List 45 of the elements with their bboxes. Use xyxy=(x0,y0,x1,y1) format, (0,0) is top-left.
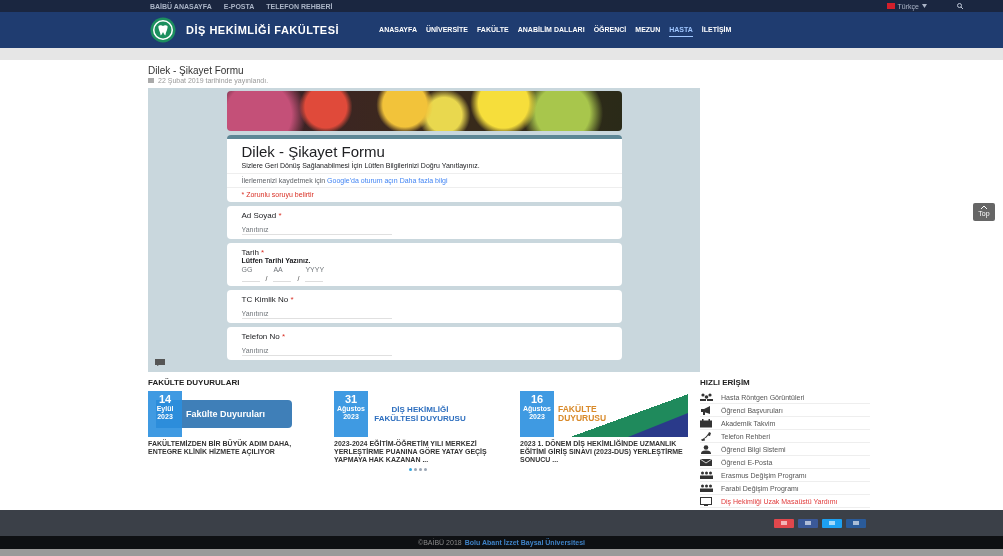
image-caption: DİŞ HEKİMLİĞİ FAKÜLTESİ DUYURUSU xyxy=(373,405,467,423)
carousel-dot[interactable] xyxy=(424,468,427,471)
carousel-dot[interactable] xyxy=(419,468,422,471)
social-icon xyxy=(805,521,811,525)
section-heading: HIZLI ERİŞİM xyxy=(700,378,751,387)
image-caption: FAKÜLTE DUYURUSU xyxy=(558,405,608,423)
date-day: 31 xyxy=(344,393,358,405)
megaphone-icon xyxy=(700,405,713,415)
people-icon xyxy=(700,392,713,402)
envelope-icon xyxy=(700,457,713,467)
question-label: TC Kimlik No xyxy=(241,295,289,304)
required-mark: * xyxy=(261,248,265,257)
calendar-icon xyxy=(148,78,154,83)
social-icon xyxy=(829,521,835,525)
flag-icon xyxy=(886,3,895,9)
chevron-up-icon xyxy=(981,206,987,209)
required-mark: * xyxy=(278,211,282,220)
social-button[interactable] xyxy=(822,518,842,528)
carousel-dot[interactable] xyxy=(409,468,412,471)
caret-icon xyxy=(922,4,927,8)
tooth-logo-icon xyxy=(150,17,176,43)
search-icon[interactable] xyxy=(957,3,963,9)
question-label: Tarih xyxy=(241,248,259,257)
monitor-icon xyxy=(700,496,713,506)
required-mark: * xyxy=(282,332,286,341)
date-day: 16 xyxy=(530,393,544,405)
group-icon xyxy=(700,470,713,480)
question-label: Telefon No xyxy=(241,332,280,341)
social-icon xyxy=(781,521,787,525)
social-icon xyxy=(853,521,859,525)
social-button[interactable] xyxy=(798,518,818,528)
required-mark: * xyxy=(290,295,294,304)
phone-icon xyxy=(700,431,713,441)
group-icon xyxy=(700,483,713,493)
feedback-icon[interactable] xyxy=(155,359,165,366)
section-heading: FAKÜLTE DUYURULARI xyxy=(148,378,241,387)
carousel-dot[interactable] xyxy=(414,468,417,471)
person-icon xyxy=(700,444,713,454)
social-button[interactable] xyxy=(774,518,794,528)
social-button[interactable] xyxy=(846,518,866,528)
form-title: Dilek - Şikayet Formu xyxy=(241,143,386,160)
site-title: DİŞ HEKİMLİĞİ FAKÜLTESİ xyxy=(186,24,340,36)
calendar-icon xyxy=(700,418,713,428)
question-label: Ad Soyad xyxy=(241,211,277,220)
page-title: Dilek - Şikayet Formu xyxy=(148,65,245,76)
